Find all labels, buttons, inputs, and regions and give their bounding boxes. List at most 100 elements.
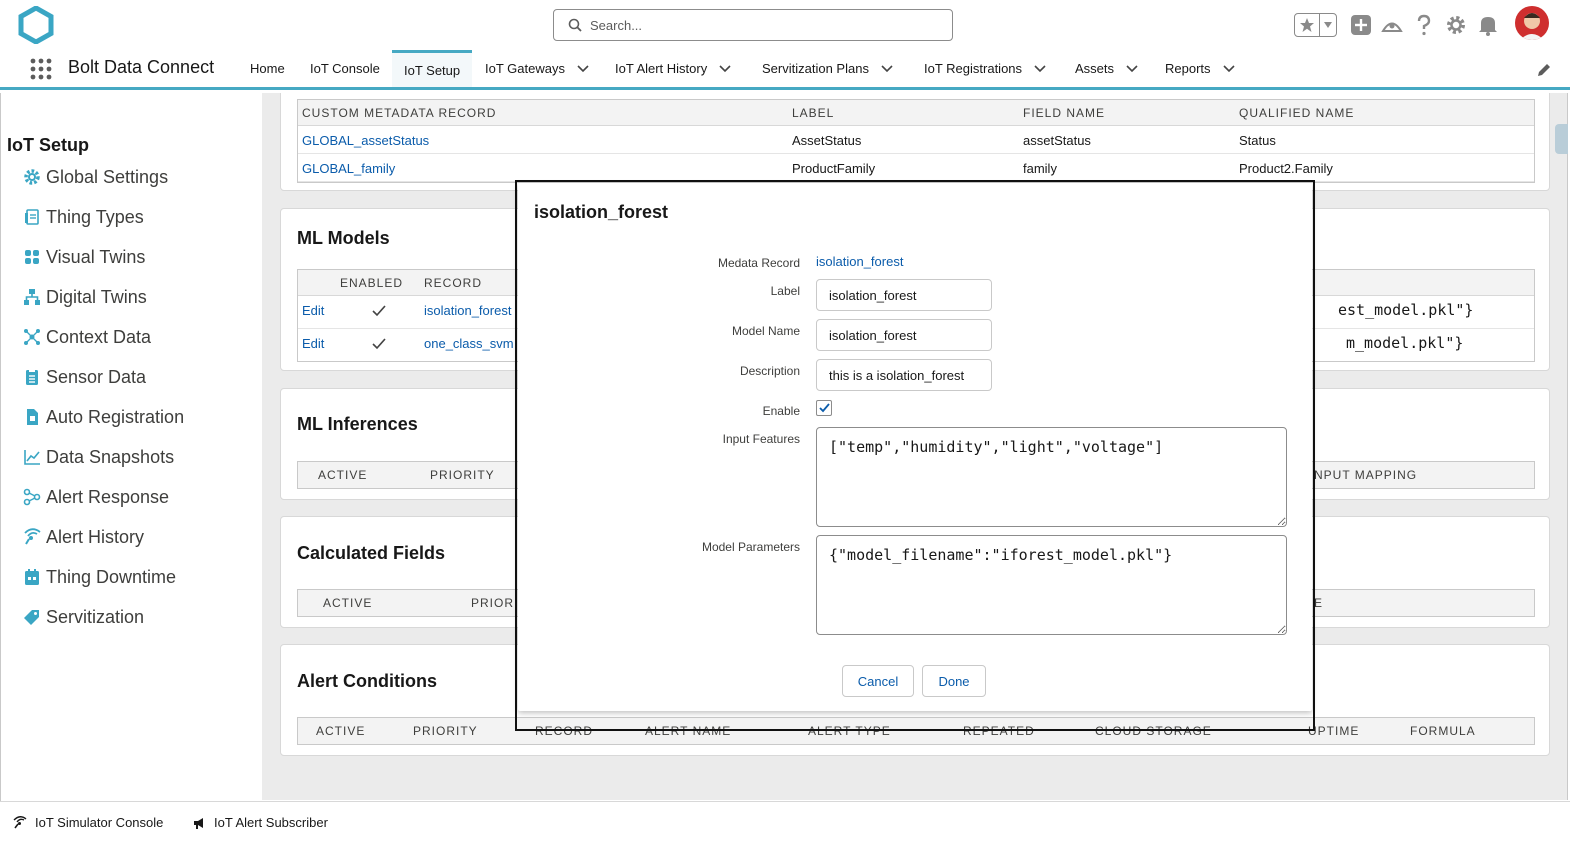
record-link[interactable]: one_class_svm	[424, 336, 514, 351]
chevron-down-icon[interactable]	[577, 64, 589, 73]
sidebar-item-context-data[interactable]: Context Data	[23, 325, 151, 349]
chevron-down-icon[interactable]	[881, 64, 893, 73]
custom-metadata-table: CUSTOM METADATA RECORD LABEL FIELD NAME …	[297, 99, 1535, 183]
app-navigation-bar: Bolt Data Connect Home IoT Console IoT S…	[0, 50, 1570, 90]
tab-reports[interactable]: Reports	[1153, 50, 1247, 87]
file-icon	[23, 408, 41, 426]
flow-icon	[23, 488, 41, 506]
tag-icon	[23, 608, 41, 626]
tab-iot-registrations[interactable]: IoT Registrations	[912, 50, 1058, 87]
global-header	[0, 0, 1570, 50]
edit-ml-model-modal: isolation_forest Medata Record isolation…	[518, 183, 1312, 711]
table-row: GLOBAL_family ProductFamily family Produ…	[298, 154, 1534, 182]
help-icon[interactable]	[1415, 12, 1433, 38]
utility-item-iot-alert-subscriber[interactable]: IoT Alert Subscriber	[192, 815, 328, 830]
record-link[interactable]: GLOBAL_assetStatus	[302, 133, 429, 148]
trailhead-icon[interactable]	[1381, 12, 1403, 38]
app-name: Bolt Data Connect	[68, 57, 215, 77]
panel-collapse-handle[interactable]	[1555, 124, 1568, 154]
card-title: ML Models	[297, 228, 390, 248]
chevron-down-icon[interactable]	[719, 64, 731, 73]
signal-icon	[23, 528, 41, 546]
sidebar-item-data-snapshots[interactable]: Data Snapshots	[23, 445, 174, 469]
edit-link[interactable]: Edit	[302, 336, 324, 351]
favorites-button-group	[1294, 13, 1337, 37]
model-parameters-label: Model Parameters	[701, 540, 800, 554]
broadcast-icon	[13, 815, 27, 830]
tab-servitization-plans[interactable]: Servitization Plans	[750, 50, 905, 87]
utility-bar: IoT Simulator Console IoT Alert Subscrib…	[0, 801, 1570, 843]
tab-iot-setup[interactable]: IoT Setup	[392, 50, 473, 87]
label-input[interactable]	[816, 279, 992, 311]
tab-iot-alert-history[interactable]: IoT Alert History	[603, 50, 743, 87]
document-icon	[23, 208, 41, 226]
sidebar-item-thing-types[interactable]: Thing Types	[23, 205, 144, 229]
chevron-down-icon[interactable]	[1126, 64, 1138, 73]
hierarchy-icon	[23, 288, 41, 306]
checkmark-icon	[818, 403, 830, 413]
sidebar-item-sensor-data[interactable]: Sensor Data	[23, 365, 146, 389]
checkmark-icon	[372, 305, 386, 317]
label-field-label: Label	[770, 284, 800, 298]
tab-assets[interactable]: Assets	[1063, 50, 1150, 87]
sidebar-item-global-settings[interactable]: Global Settings	[23, 165, 168, 189]
model-name-input[interactable]	[816, 319, 992, 351]
notifications-bell-icon[interactable]	[1478, 12, 1498, 38]
chevron-down-icon[interactable]	[1034, 64, 1046, 73]
table-header: CUSTOM METADATA RECORD LABEL FIELD NAME …	[298, 100, 1534, 126]
grid-icon	[23, 248, 41, 266]
input-features-textarea[interactable]: ["temp","humidity","light","voltage"]	[816, 427, 1287, 527]
enable-label: Enable	[762, 404, 800, 418]
network-icon	[23, 328, 41, 346]
enable-checkbox[interactable]	[816, 400, 832, 416]
card-title: Alert Conditions	[297, 671, 437, 691]
list-icon	[23, 368, 41, 386]
sidebar-item-visual-twins[interactable]: Visual Twins	[23, 245, 145, 269]
sidebar-item-alert-response[interactable]: Alert Response	[23, 485, 169, 509]
tab-iot-gateways[interactable]: IoT Gateways	[473, 50, 601, 87]
chevron-down-icon[interactable]	[1222, 64, 1235, 73]
setup-gear-icon[interactable]	[1445, 12, 1467, 38]
setup-sidebar: IoT Setup Global Settings Thing Types Vi…	[0, 93, 262, 801]
line-chart-icon	[23, 448, 41, 466]
sidebar-item-thing-downtime[interactable]: Thing Downtime	[23, 565, 176, 589]
cancel-button[interactable]: Cancel	[842, 665, 914, 697]
megaphone-icon	[192, 816, 206, 830]
sidebar-item-servitization[interactable]: Servitization	[23, 605, 144, 629]
card-title: ML Inferences	[297, 414, 418, 434]
card-title: Calculated Fields	[297, 543, 446, 563]
record-link[interactable]: isolation_forest	[424, 303, 511, 318]
hexagon-logo-icon[interactable]	[18, 6, 54, 44]
tab-home[interactable]: Home	[238, 50, 297, 87]
edit-link[interactable]: Edit	[302, 303, 324, 318]
global-search[interactable]	[553, 9, 953, 41]
star-icon[interactable]	[1295, 14, 1321, 36]
utility-item-iot-simulator-console[interactable]: IoT Simulator Console	[13, 815, 163, 830]
sidebar-title: IoT Setup	[7, 135, 89, 155]
gear-icon	[23, 168, 41, 186]
sidebar-item-auto-registration[interactable]: Auto Registration	[23, 405, 184, 429]
search-input[interactable]	[590, 17, 930, 33]
calendar-icon	[23, 568, 41, 586]
global-create-icon[interactable]	[1350, 12, 1372, 38]
search-icon	[568, 18, 582, 32]
model-parameters-textarea[interactable]: {"model_filename":"iforest_model.pkl"}	[816, 535, 1287, 635]
tab-iot-console[interactable]: IoT Console	[298, 50, 392, 87]
app-launcher-icon[interactable]	[30, 58, 52, 80]
input-features-label: Input Features	[722, 432, 800, 446]
edit-nav-pencil-icon[interactable]	[1536, 62, 1552, 78]
record-label: Medata Record	[717, 256, 800, 270]
user-avatar[interactable]	[1515, 6, 1549, 40]
favorites-dropdown-icon[interactable]	[1320, 14, 1336, 36]
sidebar-item-alert-history[interactable]: Alert History	[23, 525, 144, 549]
description-input[interactable]	[816, 359, 992, 391]
sidebar-item-digital-twins[interactable]: Digital Twins	[23, 285, 147, 309]
description-label: Description	[739, 364, 800, 378]
custom-metadata-card: CUSTOM METADATA RECORD LABEL FIELD NAME …	[280, 93, 1550, 191]
record-link[interactable]: isolation_forest	[816, 254, 903, 269]
modal-title: isolation_forest	[534, 202, 669, 222]
model-name-label: Model Name	[731, 324, 800, 338]
table-row: GLOBAL_assetStatus AssetStatus assetStat…	[298, 126, 1534, 154]
record-link[interactable]: GLOBAL_family	[302, 161, 395, 176]
done-button[interactable]: Done	[922, 665, 986, 697]
